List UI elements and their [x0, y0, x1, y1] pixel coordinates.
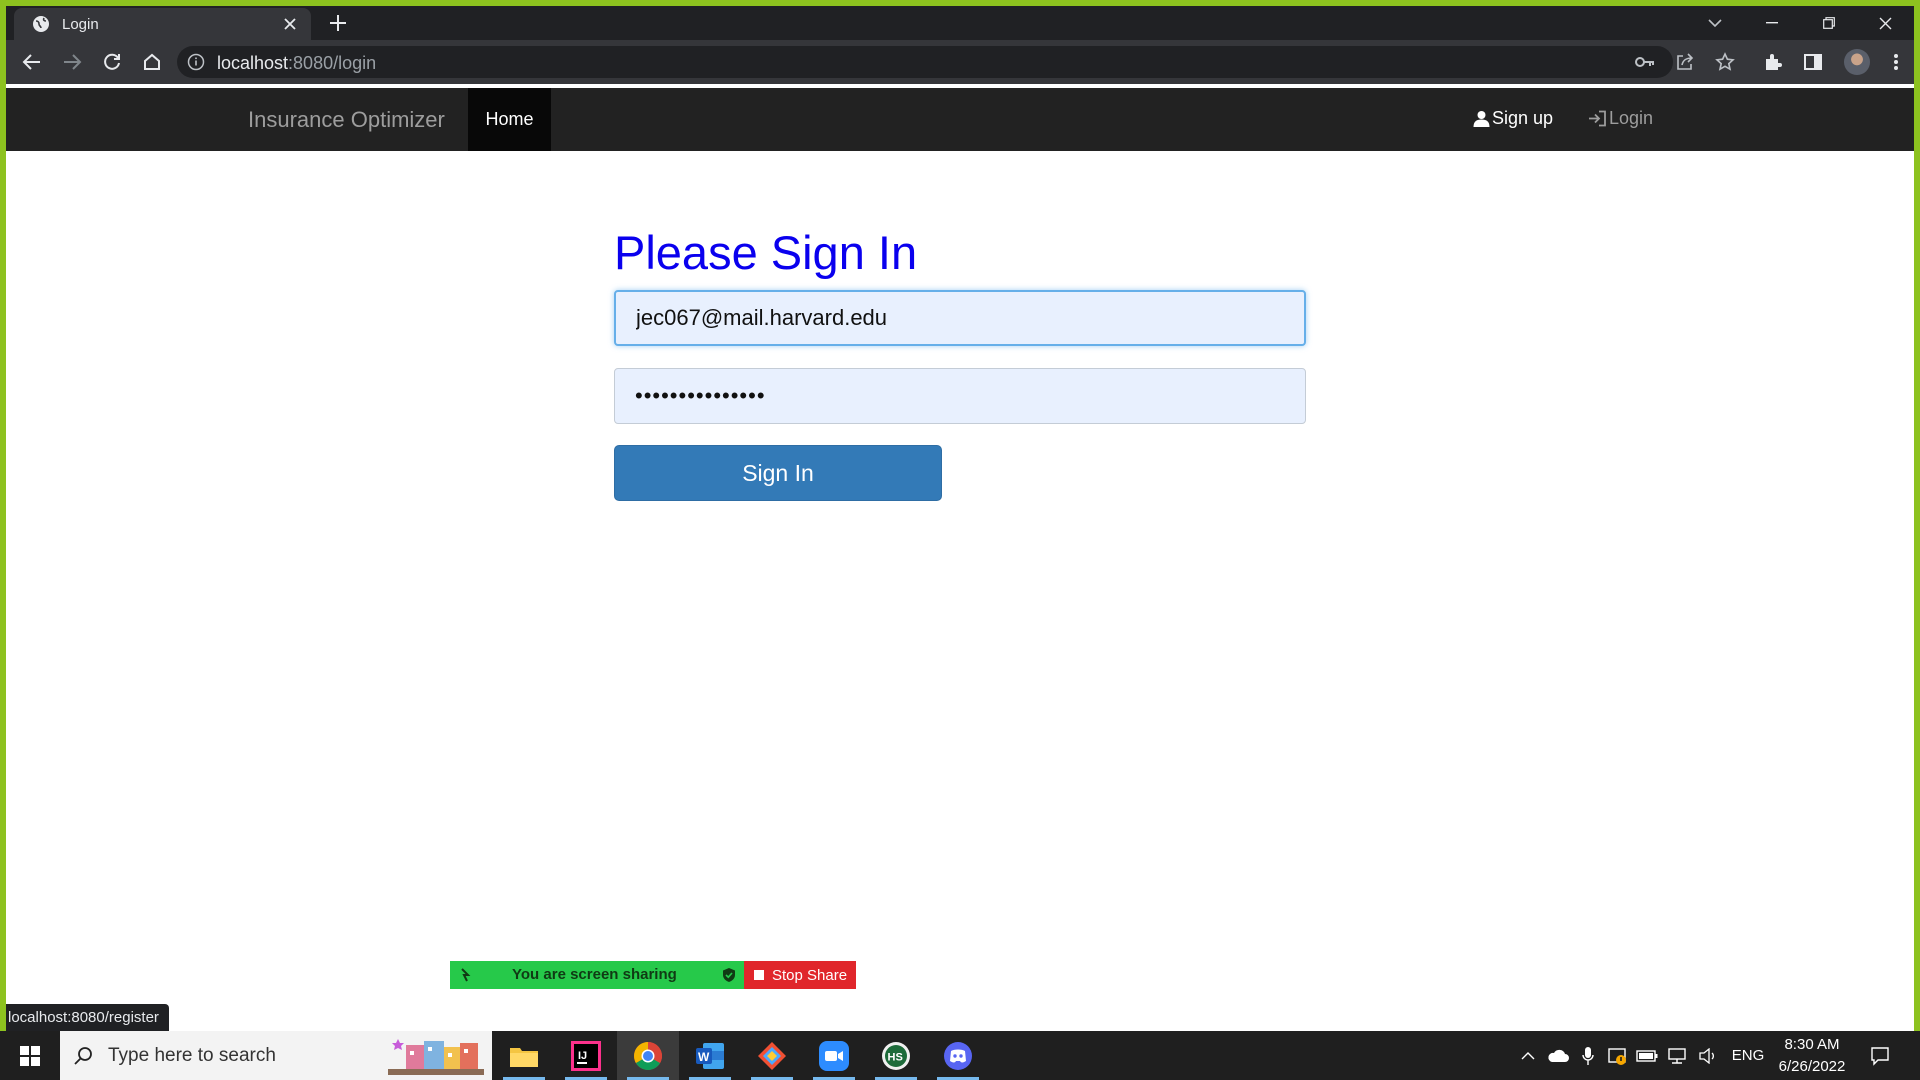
browser-tab[interactable]: Login: [14, 8, 311, 40]
google-chrome-icon[interactable]: [617, 1031, 679, 1080]
stop-icon: [754, 970, 764, 980]
close-tab-icon[interactable]: [281, 15, 299, 33]
search-icon: [74, 1046, 94, 1066]
file-explorer-icon[interactable]: [493, 1031, 555, 1080]
browser-toolbar: localhost:8080/login: [6, 40, 1914, 84]
taskbar: Type here to search IJ W HS ENG 8:30 AM …: [0, 1031, 1920, 1080]
system-clock[interactable]: 8:30 AM 6/26/2022: [1772, 1031, 1852, 1080]
chevron-up-icon[interactable]: [1516, 1031, 1540, 1080]
site-info-icon[interactable]: [187, 53, 205, 71]
drag-handle-icon[interactable]: [458, 967, 472, 983]
screen-share-bar: You are screen sharing Stop Share: [450, 961, 856, 989]
nav-login[interactable]: Login: [1588, 108, 1653, 129]
password-field[interactable]: [614, 368, 1306, 424]
shield-icon: [722, 967, 736, 983]
home-icon[interactable]: [140, 50, 164, 74]
windows-start-icon[interactable]: [0, 1031, 60, 1080]
battery-icon[interactable]: [1634, 1031, 1660, 1080]
tab-title: Login: [62, 15, 99, 33]
stop-share-label: Stop Share: [772, 966, 848, 984]
extensions-icon[interactable]: [1761, 50, 1785, 74]
brand-link[interactable]: Insurance Optimizer: [248, 107, 445, 133]
notifications-icon[interactable]: [1860, 1031, 1900, 1080]
svg-text:IJ: IJ: [578, 1050, 587, 1062]
tab-search-icon[interactable]: [1686, 6, 1743, 40]
page-title: Please Sign In: [614, 226, 918, 279]
site-navbar: Insurance Optimizer Home Sign up Login: [6, 88, 1914, 151]
microphone-icon[interactable]: [1576, 1031, 1600, 1080]
restore-icon[interactable]: [1800, 6, 1857, 40]
window-controls: [1686, 6, 1914, 40]
forward-icon[interactable]: [60, 50, 84, 74]
clock-date: 6/26/2022: [1778, 1057, 1846, 1075]
browser-tab-strip: Login: [6, 6, 1914, 40]
volume-icon[interactable]: [1694, 1031, 1722, 1080]
nav-signup-label: Sign up: [1492, 108, 1554, 128]
share-icon[interactable]: [1675, 52, 1695, 72]
clock-time: 8:30 AM: [1784, 1035, 1840, 1053]
new-tab-icon[interactable]: [328, 13, 348, 33]
svg-text:W: W: [698, 1050, 710, 1064]
side-panel-icon[interactable]: [1801, 50, 1825, 74]
share-status-text: You are screen sharing: [512, 966, 677, 983]
link-preview-status: localhost:8080/register: [6, 1004, 169, 1031]
intellij-idea-icon[interactable]: IJ: [555, 1031, 617, 1080]
stop-share-button[interactable]: Stop Share: [744, 961, 856, 989]
network-icon[interactable]: [1664, 1031, 1690, 1080]
bookmark-star-icon[interactable]: [1715, 52, 1735, 72]
search-highlight-illustration: [388, 1035, 484, 1075]
user-icon: [1473, 110, 1490, 127]
nav-login-label: Login: [1609, 108, 1654, 128]
hs-app-icon[interactable]: HS: [865, 1031, 927, 1080]
nav-signup[interactable]: Sign up: [1473, 108, 1553, 129]
git-kraken-icon[interactable]: [741, 1031, 803, 1080]
taskbar-search[interactable]: Type here to search: [60, 1031, 492, 1080]
nav-home[interactable]: Home: [468, 88, 551, 151]
input-language[interactable]: ENG: [1730, 1031, 1766, 1080]
share-status[interactable]: You are screen sharing: [450, 961, 744, 989]
windows-update-icon[interactable]: [1604, 1031, 1630, 1080]
search-placeholder: Type here to search: [108, 1044, 276, 1066]
menu-dots-icon[interactable]: [1884, 50, 1908, 74]
address-bar[interactable]: localhost:8080/login: [177, 46, 1735, 78]
onedrive-cloud-icon[interactable]: [1544, 1031, 1572, 1080]
back-icon[interactable]: [20, 50, 44, 74]
url-text: localhost:8080/login: [217, 53, 377, 73]
close-window-icon[interactable]: [1857, 6, 1914, 40]
email-field[interactable]: [614, 290, 1306, 346]
zoom-icon[interactable]: [803, 1031, 865, 1080]
profile-avatar[interactable]: [1844, 49, 1870, 75]
svg-text:HS: HS: [888, 1051, 903, 1063]
globe-icon: [32, 15, 50, 33]
sign-in-button[interactable]: Sign In: [614, 445, 942, 501]
reload-icon[interactable]: [100, 50, 124, 74]
key-icon[interactable]: [1635, 52, 1655, 72]
minimize-icon[interactable]: [1743, 6, 1800, 40]
login-icon: [1588, 110, 1607, 127]
microsoft-word-icon[interactable]: W: [679, 1031, 741, 1080]
page-viewport: Insurance Optimizer Home Sign up Login P…: [6, 84, 1914, 1031]
discord-icon[interactable]: [927, 1031, 989, 1080]
